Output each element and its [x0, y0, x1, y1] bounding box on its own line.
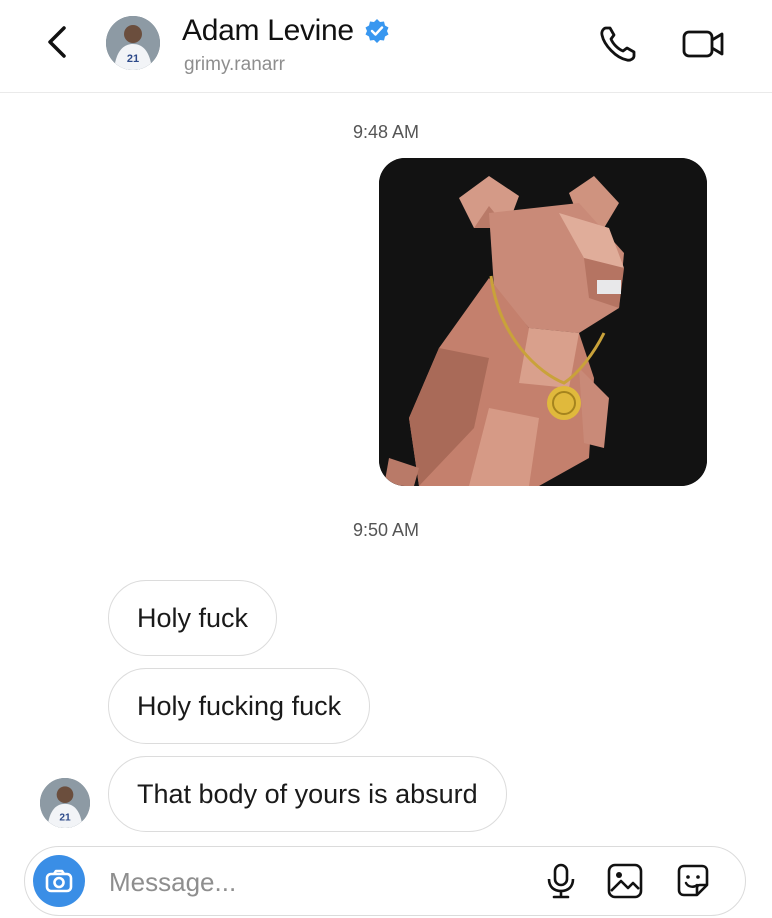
message-bubble[interactable]: That body of yours is absurd: [108, 756, 507, 832]
avatar[interactable]: 21: [106, 16, 160, 70]
verified-badge-icon: [365, 19, 389, 43]
timestamp: 9:50 AM: [352, 520, 420, 540]
sender-avatar[interactable]: 21: [40, 778, 90, 828]
gallery-icon[interactable]: [605, 861, 645, 901]
sticker-icon[interactable]: [673, 861, 713, 901]
video-camera-icon[interactable]: [680, 20, 728, 68]
avatar-image: 21: [106, 16, 160, 70]
message-input[interactable]: Message...: [109, 867, 236, 898]
phone-icon[interactable]: [594, 20, 642, 68]
microphone-icon[interactable]: [541, 861, 581, 901]
camera-icon: [45, 869, 73, 893]
svg-text:21: 21: [127, 53, 139, 65]
contact-handle: grimy.ranarr: [184, 54, 285, 75]
svg-text:21: 21: [59, 813, 71, 824]
timestamp: 9:48 AM: [352, 122, 420, 142]
low-poly-rat-image: [379, 158, 707, 486]
avatar-image: 21: [40, 778, 90, 828]
chevron-left-icon[interactable]: [38, 22, 78, 62]
camera-button[interactable]: [33, 855, 85, 907]
contact-name[interactable]: Adam Levine: [182, 14, 354, 48]
contact-name-row[interactable]: Adam Levine: [182, 14, 390, 48]
message-composer[interactable]: Message...: [24, 846, 746, 916]
message-bubble[interactable]: Holy fucking fuck: [108, 668, 371, 744]
shared-image[interactable]: [379, 158, 707, 486]
message-bubble[interactable]: Holy fuck: [108, 580, 278, 656]
chat-header: 21 Adam Levine grimy.ranarr: [0, 0, 772, 93]
